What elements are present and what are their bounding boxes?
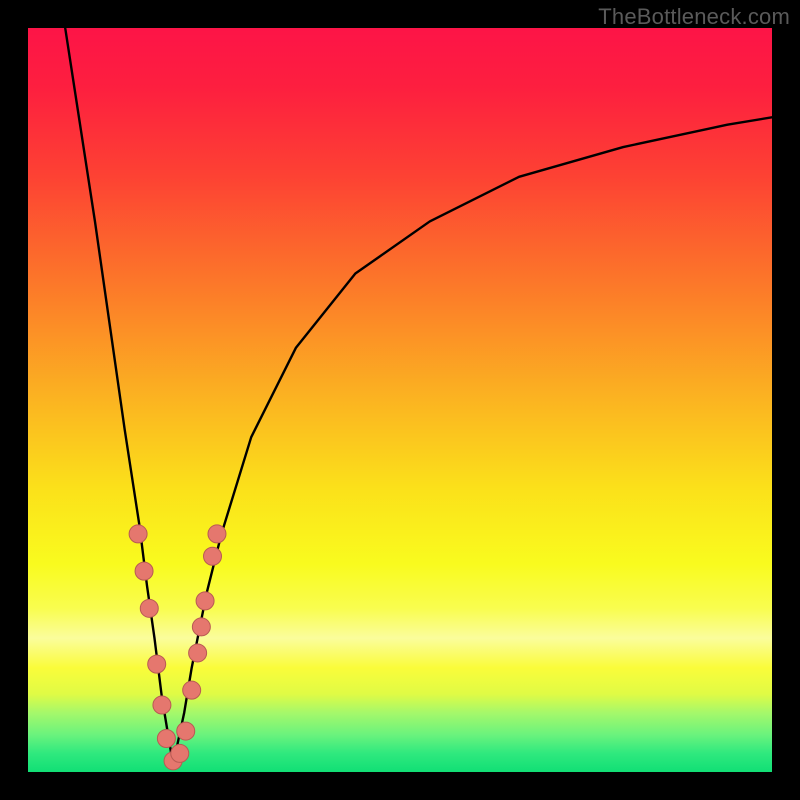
curve-marker (148, 655, 166, 673)
curve-marker (135, 562, 153, 580)
curve-marker (183, 681, 201, 699)
plot-area (28, 28, 772, 772)
curve-marker (189, 644, 207, 662)
curve-marker (196, 592, 214, 610)
outer-frame: TheBottleneck.com (0, 0, 800, 800)
curve-marker (204, 547, 222, 565)
curve-marker (177, 722, 195, 740)
curve-marker (129, 525, 147, 543)
curve-marker (153, 696, 171, 714)
curve-marker (208, 525, 226, 543)
curve-marker (171, 744, 189, 762)
curve-marker (157, 730, 175, 748)
chart-svg (28, 28, 772, 772)
curve-marker (140, 599, 158, 617)
watermark-text: TheBottleneck.com (598, 4, 790, 30)
curve-marker (192, 618, 210, 636)
